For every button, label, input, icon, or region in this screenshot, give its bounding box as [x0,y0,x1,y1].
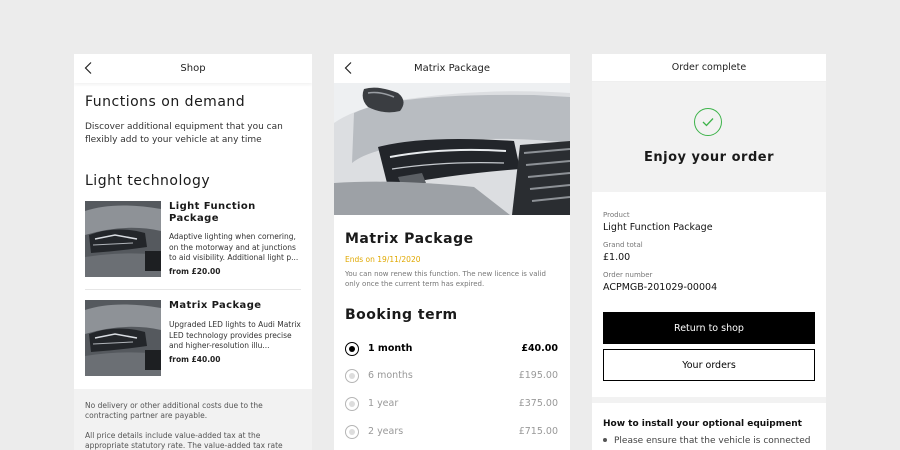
term-option-2-years[interactable]: 2 years £715.00 [345,424,558,440]
footer-note: All price details include value-added ta… [85,431,283,450]
order-complete-header: Order complete [592,54,826,82]
product-card-matrix[interactable]: Matrix Package Upgraded LED lights to Au… [85,300,301,386]
radio-unselected[interactable] [345,397,359,411]
section-title: Light technology [85,173,211,189]
radio-unselected[interactable] [345,425,359,439]
card-name: Light Function Package [169,201,256,224]
car-front-hero-image [334,83,570,215]
card-name: Matrix Package [169,300,262,311]
footer-note: No delivery or other additional costs du… [85,401,263,420]
order-number-label: Order number [603,271,653,279]
header-title: Order complete [671,62,747,73]
header-title: Matrix Package [413,63,491,74]
back-chevron-icon[interactable] [342,61,356,75]
radio-unselected[interactable] [345,369,359,383]
legal-footer: No delivery or other additional costs du… [74,389,312,450]
renewal-note: You can now renew this function. The new… [345,270,546,288]
product-card-light-function[interactable]: Light Function Package Adaptive lighting… [85,201,301,287]
return-to-shop-button[interactable]: Return to shop [603,312,815,344]
term-price: £375.00 [518,398,558,409]
card-price: from £40.00 [169,355,221,364]
term-label: 1 year [368,398,399,409]
term-option-1-month[interactable]: 1 month £40.00 [345,341,558,357]
grand-total-label: Grand total [603,241,643,249]
expiry-date: Ends on 19/11/2020 [345,255,421,264]
confirmation-title: Enjoy your order [644,150,774,165]
package-header: Matrix Package [334,54,570,83]
package-screen: Matrix Package Matrix Package Ends on 19… [334,54,570,450]
install-bullet: Please ensure that the vehicle is connec… [603,436,810,446]
product-label: Product [603,211,630,219]
your-orders-button[interactable]: Your orders [603,349,815,381]
headlight-thumbnail-image [85,300,161,376]
card-description: Adaptive lighting when cornering, on the… [169,232,299,262]
order-complete-screen: Order complete Enjoy your order Product … [592,54,826,450]
product-value: Light Function Package [603,222,713,233]
order-number-value: ACPMGB-201029-00004 [603,282,718,293]
radio-selected[interactable] [345,342,359,356]
install-bullet-text: Please ensure that the vehicle is connec… [614,436,811,446]
grand-total-value: £1.00 [603,252,631,263]
term-price: £195.00 [518,370,558,381]
term-label: 2 years [368,426,404,437]
section-separator [592,397,826,403]
term-label: 1 month [368,343,413,354]
bullet-dot-icon [603,437,607,442]
term-price: £715.00 [518,426,558,437]
headlight-thumbnail-image [85,201,161,277]
card-price: from £20.00 [169,267,221,276]
term-label: 6 months [368,370,413,381]
header-title: Shop [180,63,206,74]
term-option-6-months[interactable]: 6 months £195.00 [345,368,558,384]
intro-text: Discover additional equipment that you c… [85,122,283,145]
card-divider [85,289,301,290]
shop-screen: Shop Functions on demand Discover additi… [74,54,312,450]
back-chevron-icon[interactable] [82,61,96,75]
shop-header: Shop [74,54,312,83]
confirmation-banner [592,82,826,192]
page-title: Functions on demand [85,94,246,110]
term-price: £40.00 [521,343,558,354]
card-description: Upgraded LED lights to Audi Matrix LED t… [169,320,301,350]
check-circle-icon [694,108,722,136]
package-title: Matrix Package [345,231,474,247]
booking-term-title: Booking term [345,307,458,323]
install-heading: How to install your optional equipment [603,419,802,429]
term-option-1-year[interactable]: 1 year £375.00 [345,396,558,412]
